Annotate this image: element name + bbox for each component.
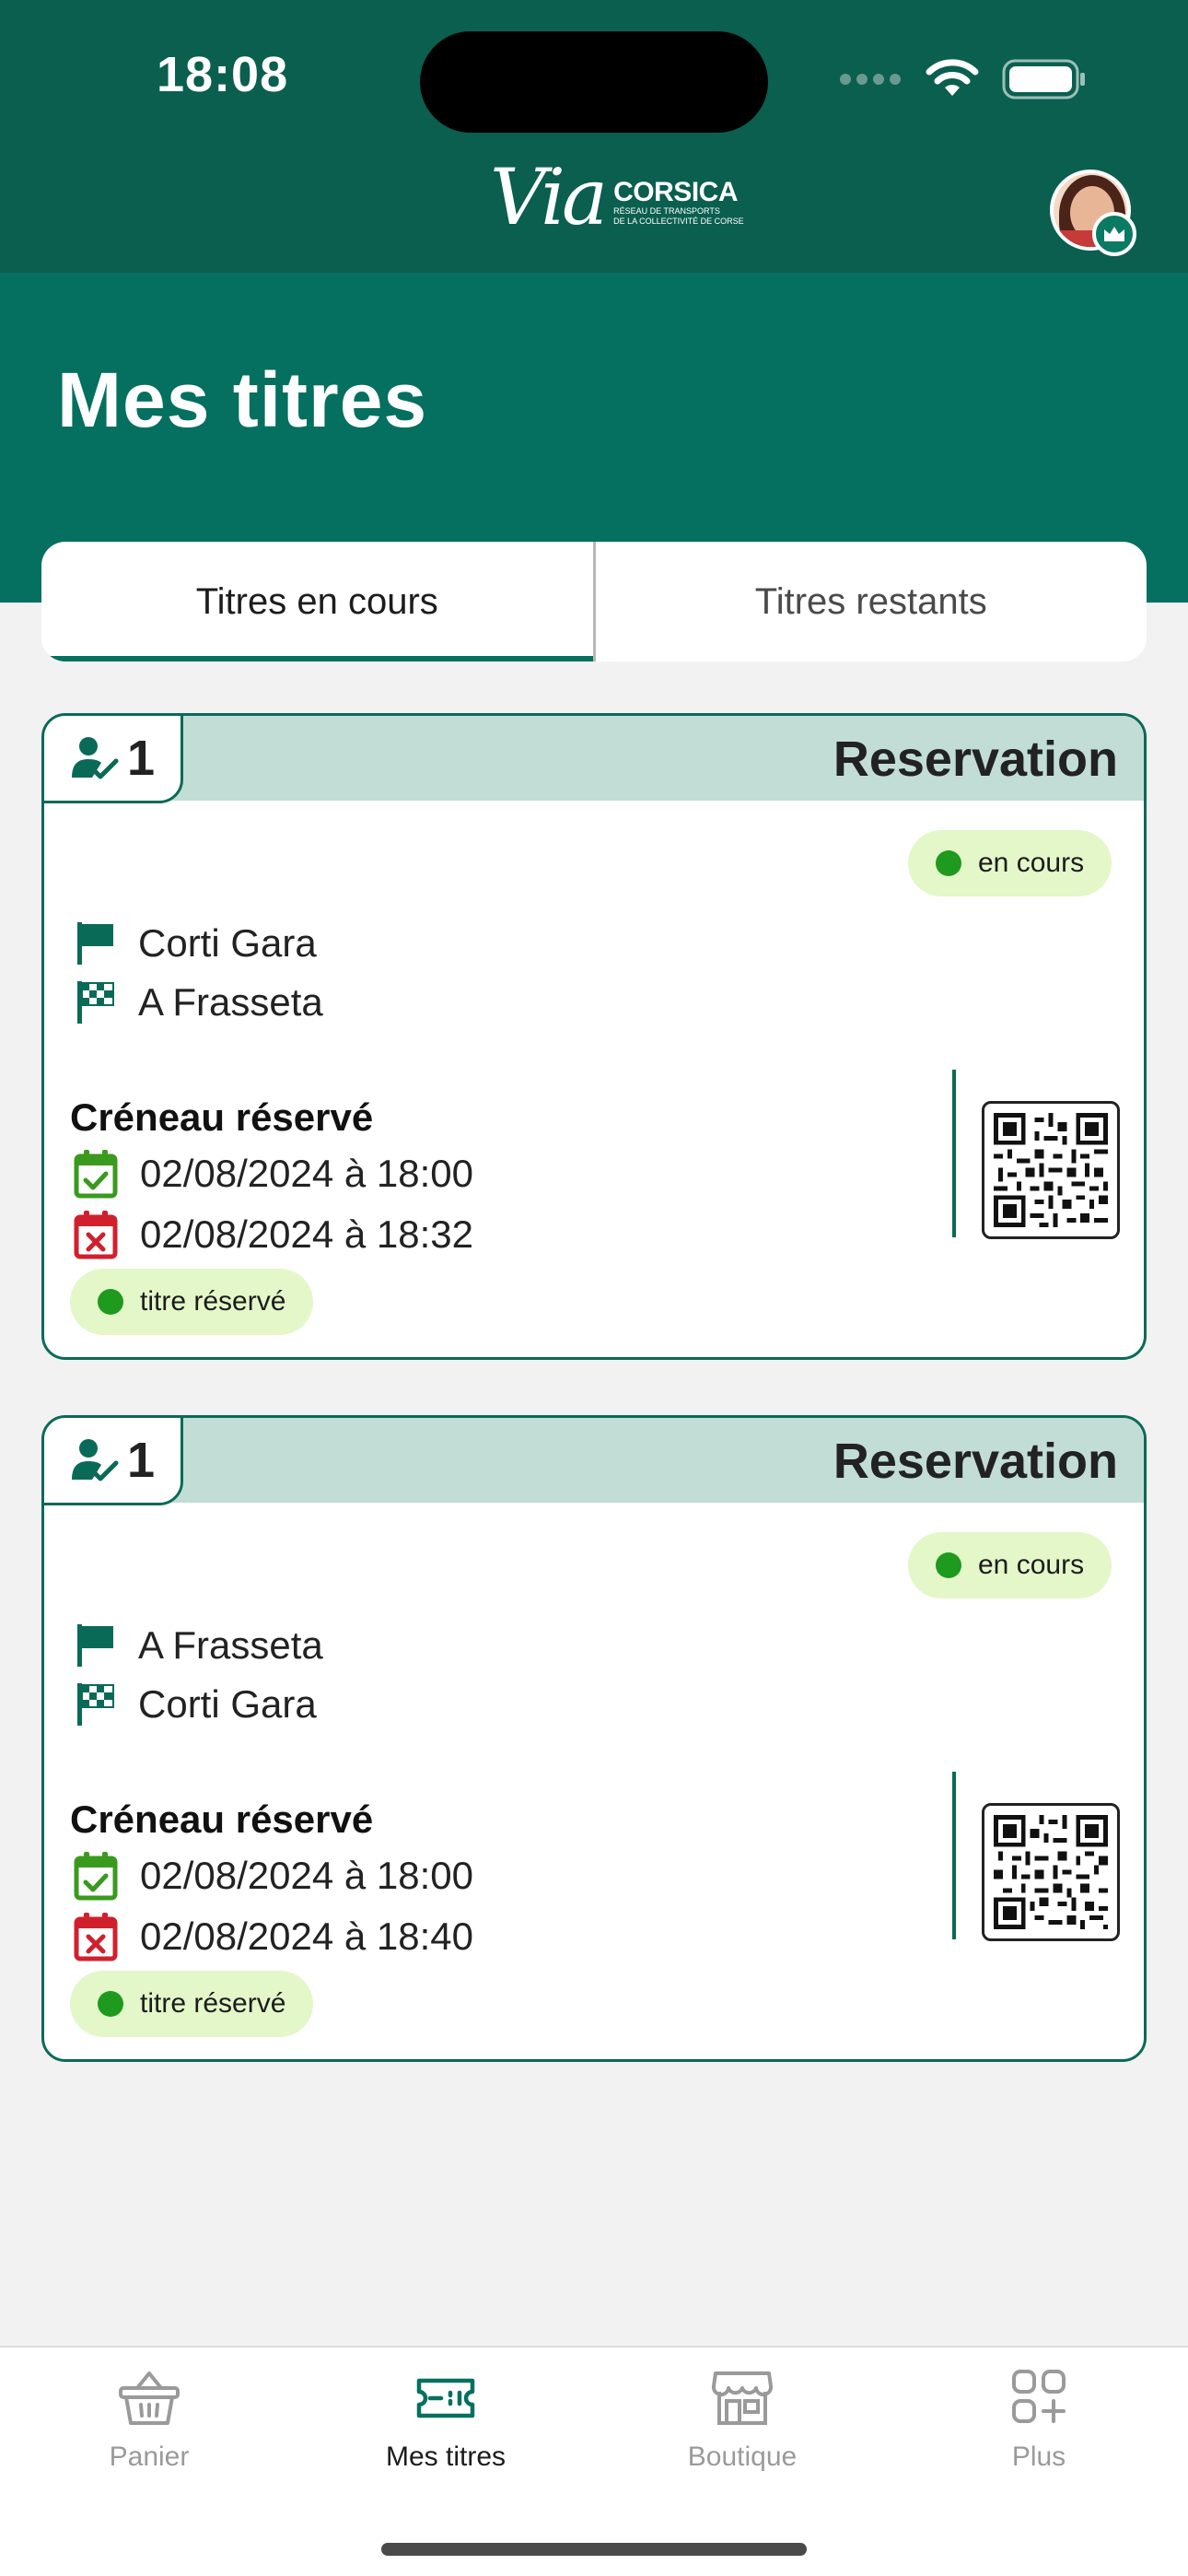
status-bar: 18:08 (0, 0, 1188, 147)
tab-label: Plus (1011, 2441, 1066, 2472)
booking-status-badge: titre réservé (70, 1971, 314, 2037)
start-flag-icon (77, 1624, 113, 1667)
slot-end-time: 02/08/2024 à 18:40 (140, 1914, 474, 1958)
passenger-count-value: 1 (126, 731, 156, 786)
slot-end: 02/08/2024 à 18:40 (74, 1912, 473, 1961)
finish-flag-icon (77, 981, 114, 1024)
app-header: Via CORSICA RÉSEAU DE TRANSPORTS DE LA C… (0, 147, 1188, 273)
tab-label: Boutique (687, 2441, 798, 2472)
booking-status-dot (98, 1289, 123, 1315)
tab-titres-restants[interactable]: Titres restants (596, 542, 1147, 662)
calendar-check-icon (74, 1852, 118, 1901)
bottom-tab-bar: Panier Mes titres Boutique Plus (0, 2346, 1188, 2576)
status-dot (936, 1552, 961, 1578)
slot-start-time: 02/08/2024 à 18:00 (140, 1152, 474, 1195)
tab-panier[interactable]: Panier (39, 2368, 260, 2473)
origin-stop: Corti Gara (138, 921, 317, 965)
finish-flag-icon (77, 1683, 114, 1726)
status-dot (936, 850, 961, 876)
ticket-card[interactable]: Reservation 1 en cours A Frasseta Corti … (41, 1415, 1147, 2062)
destination-stop: A Frasseta (138, 980, 323, 1024)
logo-subtitle-1: RÉSEAU DE TRANSPORTS (613, 206, 720, 216)
tab-plus[interactable]: Plus (928, 2368, 1149, 2473)
calendar-check-icon (74, 1150, 118, 1199)
segmented-tabs: Titres en cours Titres restants (41, 542, 1147, 662)
destination-stop: Corti Gara (138, 1682, 317, 1726)
tab-boutique[interactable]: Boutique (632, 2368, 853, 2473)
route-destination: Corti Gara (76, 1681, 317, 1727)
slot-start: 02/08/2024 à 18:00 (74, 1851, 473, 1901)
qr-separator (952, 1070, 956, 1237)
slot-title: Créneau réservé (70, 1095, 374, 1139)
shop-icon (711, 2371, 774, 2425)
route-destination: A Frasseta (76, 979, 323, 1025)
battery-icon (1002, 59, 1085, 100)
route-origin: Corti Gara (76, 920, 317, 966)
calendar-x-icon (74, 1211, 118, 1259)
home-indicator[interactable] (381, 2543, 807, 2556)
status-badge: en cours (908, 1532, 1112, 1598)
slot-end: 02/08/2024 à 18:32 (74, 1210, 473, 1259)
logo-via: Via (490, 152, 608, 242)
wifi-icon (926, 59, 979, 96)
slot-start: 02/08/2024 à 18:00 (74, 1149, 473, 1199)
qr-separator (952, 1772, 956, 1939)
booking-status-label: titre réservé (140, 1988, 286, 2019)
crown-icon (1092, 212, 1136, 256)
ticket-card-header: Reservation (44, 716, 1144, 801)
slot-start-time: 02/08/2024 à 18:00 (140, 1854, 474, 1897)
signal-icon (840, 74, 901, 85)
status-badge-label: en cours (978, 1550, 1085, 1580)
logo-subtitle-2: DE LA COLLECTIVITÉ DE CORSE (613, 217, 744, 226)
dynamic-island (420, 31, 768, 133)
via-corsica-logo: Via CORSICA RÉSEAU DE TRANSPORTS DE LA C… (490, 158, 744, 236)
passenger-icon (71, 1439, 119, 1481)
basket-icon (119, 2371, 180, 2425)
route-origin: A Frasseta (76, 1622, 323, 1669)
tab-titres-en-cours[interactable]: Titres en cours (41, 542, 593, 662)
page-title: Mes titres (57, 357, 428, 443)
logo-text: CORSICA RÉSEAU DE TRANSPORTS DE LA COLLE… (613, 179, 744, 227)
ticket-type: Reservation (833, 1434, 1118, 1489)
qr-code-icon[interactable] (982, 1101, 1120, 1239)
booking-status-badge: titre réservé (70, 1269, 314, 1335)
status-badge: en cours (908, 830, 1112, 896)
passenger-count: 1 (44, 1418, 183, 1505)
start-flag-icon (77, 922, 113, 965)
ticket-card-header: Reservation (44, 1418, 1144, 1503)
status-badge-label: en cours (978, 848, 1085, 878)
passenger-count-value: 1 (126, 1433, 156, 1488)
tab-mes-titres[interactable]: Mes titres (335, 2368, 556, 2473)
status-icons (838, 59, 1087, 100)
logo-title: CORSICA (613, 177, 738, 207)
ticket-type: Reservation (833, 732, 1118, 787)
booking-status-label: titre réservé (140, 1286, 286, 1317)
passenger-count: 1 (44, 716, 183, 803)
slot-title: Créneau réservé (70, 1797, 374, 1841)
slot-end-time: 02/08/2024 à 18:32 (140, 1212, 474, 1256)
origin-stop: A Frasseta (138, 1623, 323, 1667)
status-time: 18:08 (157, 47, 289, 102)
grid-plus-icon (1012, 2370, 1066, 2423)
booking-status-dot (98, 1991, 123, 2017)
passenger-icon (71, 737, 119, 779)
calendar-x-icon (74, 1913, 118, 1961)
tab-label: Panier (109, 2441, 190, 2472)
tab-label: Mes titres (385, 2441, 507, 2472)
ticket-card[interactable]: Reservation 1 en cours Corti Gara A Fras… (41, 713, 1147, 1360)
ticket-icon (416, 2378, 475, 2418)
qr-code-icon[interactable] (982, 1803, 1120, 1941)
